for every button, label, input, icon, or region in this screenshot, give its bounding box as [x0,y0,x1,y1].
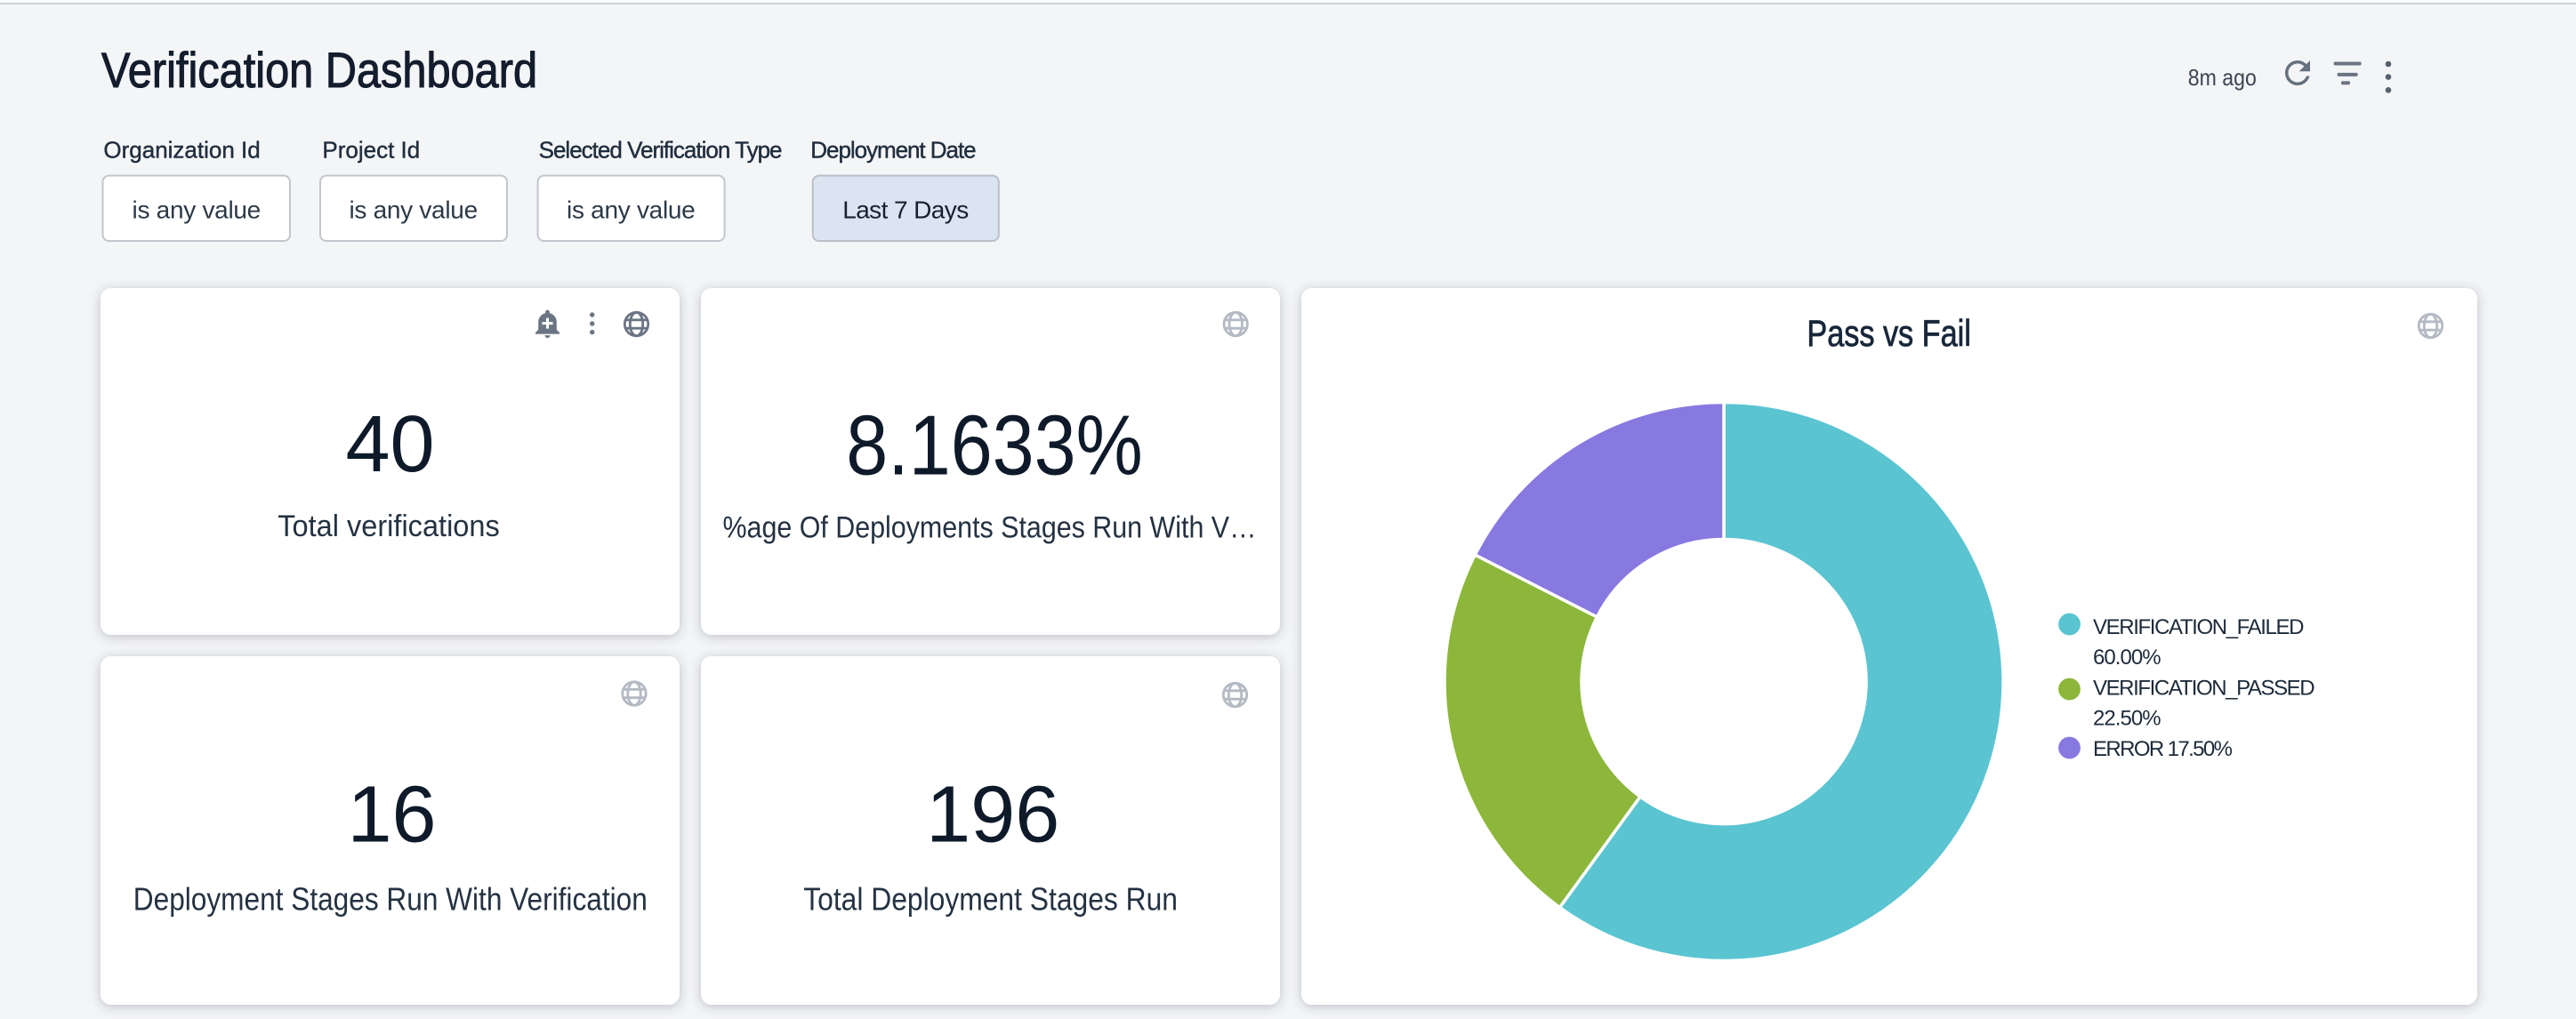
svg-text:Organization Id: Organization Id [103,137,260,164]
svg-text:is any value: is any value [349,197,478,224]
svg-text:Project Id: Project Id [322,137,420,164]
svg-text:Total Deployment Stages Run: Total Deployment Stages Run [803,881,1178,918]
svg-text:40: 40 [345,400,434,489]
svg-text:Selected Verification Type: Selected Verification Type [539,137,783,164]
svg-text:Last 7 Days: Last 7 Days [842,197,969,224]
svg-text:ERROR 17.50%: ERROR 17.50% [2093,737,2233,761]
svg-text:196: 196 [926,771,1059,860]
svg-text:22.50%: 22.50% [2093,707,2161,731]
svg-text:VERIFICATION_PASSED: VERIFICATION_PASSED [2093,677,2315,701]
svg-text:Deployment Stages Run With Ver: Deployment Stages Run With Verification [133,881,648,918]
svg-text:16: 16 [347,771,436,860]
svg-text:VERIFICATION_FAILED: VERIFICATION_FAILED [2093,615,2305,639]
svg-text:Total verifications: Total verifications [278,509,500,543]
svg-text:8.1633%: 8.1633% [846,398,1142,493]
svg-text:8m ago: 8m ago [2188,64,2257,91]
svg-text:Pass vs Fail: Pass vs Fail [1807,313,1970,355]
svg-text:60.00%: 60.00% [2093,646,2161,670]
svg-text:Deployment Date: Deployment Date [810,137,976,164]
svg-text:is any value: is any value [567,197,696,224]
svg-text:Verification Dashboard: Verification Dashboard [101,43,537,99]
svg-text:is any value: is any value [133,197,262,224]
svg-text:%age Of Deployments Stages Run: %age Of Deployments Stages Run With V… [723,511,1257,545]
